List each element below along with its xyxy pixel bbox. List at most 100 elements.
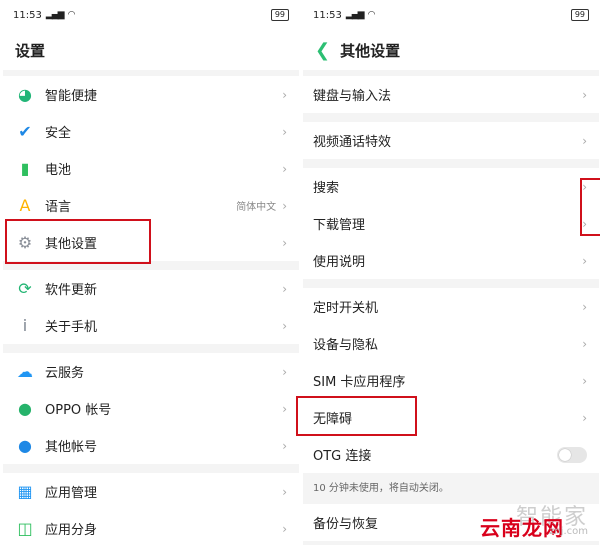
status-bar: 11:53 ▂▄▆ ◠ 99 bbox=[303, 0, 599, 30]
settings-item-label: 键盘与输入法 bbox=[313, 89, 392, 104]
settings-item-label: 电池 bbox=[45, 163, 72, 178]
battery-level: 99 bbox=[270, 9, 289, 21]
settings-item-label: 视频通话特效 bbox=[313, 135, 392, 150]
apps-icon: ▦ bbox=[17, 482, 33, 501]
settings-item[interactable]: OTG 连接 bbox=[303, 436, 599, 473]
screens: 11:53 ▂▄▆ ◠ 99 设置 ◕ 智能便捷 › ✔ 安全 › ▮ 电池 › A 语言 简体中文 ›… bbox=[0, 0, 600, 545]
signal-icon: ▂▄▆ bbox=[45, 10, 65, 20]
settings-item[interactable]: ⟳ 软件更新 › bbox=[3, 270, 299, 307]
user-icon: ● bbox=[18, 436, 32, 455]
chevron-right-icon: › bbox=[282, 364, 287, 379]
chevron-right-icon: › bbox=[582, 410, 587, 425]
settings-item[interactable]: ▮ 电池 › bbox=[3, 150, 299, 187]
settings-group: ⟳ 软件更新 › i 关于手机 › bbox=[3, 270, 299, 344]
chevron-right-icon: › bbox=[582, 336, 587, 351]
settings-item-label: SIM 卡应用程序 bbox=[313, 375, 406, 390]
other-settings-list: 键盘与输入法 › 视频通话特效 › 搜索 › 下载管理 › 使用说明 › 定时开关机 › 设备与隐私 › S… bbox=[303, 76, 599, 541]
settings-group: 搜索 › 下载管理 › 使用说明 › bbox=[303, 168, 599, 279]
settings-item-label: OPPO 帐号 bbox=[45, 403, 112, 418]
cloud-icon: ☁ bbox=[17, 362, 33, 381]
settings-item-label: 搜索 bbox=[313, 181, 340, 196]
other-settings-screen: 11:53 ▂▄▆ ◠ 99 ❮ 其他设置 键盘与输入法 › 视频通话特效 › 搜索 › 下… bbox=[303, 0, 599, 545]
settings-group: ▦ 应用管理 › ◫ 应用分身 › bbox=[3, 473, 299, 545]
settings-group: 视频通话特效 › bbox=[303, 122, 599, 159]
highlight-other-settings bbox=[5, 219, 151, 264]
settings-item[interactable]: 视频通话特效 › bbox=[303, 122, 599, 159]
settings-item-label: 语言 bbox=[45, 200, 72, 215]
status-time: 11:53 bbox=[13, 9, 42, 21]
watermark-url: znj.com bbox=[549, 526, 588, 537]
highlight-edge bbox=[580, 178, 600, 236]
settings-item[interactable]: ☁ 云服务 › bbox=[3, 353, 299, 390]
settings-item[interactable]: 搜索 › bbox=[303, 168, 599, 205]
chevron-right-icon: › bbox=[582, 87, 587, 102]
settings-item[interactable]: 设备与隐私 › bbox=[303, 325, 599, 362]
back-arrow-icon[interactable]: ❮ bbox=[315, 40, 330, 61]
language-icon: A bbox=[19, 196, 31, 215]
settings-item-label: 使用说明 bbox=[313, 255, 366, 270]
settings-item[interactable]: ● OPPO 帐号 › bbox=[3, 390, 299, 427]
settings-item-label: 安全 bbox=[45, 126, 72, 141]
signal-icon: ▂▄▆ bbox=[345, 10, 365, 20]
settings-item-label: 云服务 bbox=[45, 366, 85, 381]
page-title: 设置 bbox=[3, 30, 299, 70]
update-icon: ⟳ bbox=[18, 279, 32, 298]
status-time: 11:53 bbox=[313, 9, 342, 21]
settings-group: ☁ 云服务 › ● OPPO 帐号 › ● 其他帐号 › bbox=[3, 353, 299, 464]
chevron-right-icon: › bbox=[282, 318, 287, 333]
status-bar: 11:53 ▂▄▆ ◠ 99 bbox=[3, 0, 299, 30]
page-title: 其他设置 bbox=[340, 41, 401, 60]
battery-level: 99 bbox=[570, 9, 589, 21]
settings-item[interactable]: i 关于手机 › bbox=[3, 307, 299, 344]
settings-item-label: 应用管理 bbox=[45, 486, 98, 501]
settings-item-value: 简体中文 bbox=[236, 202, 277, 213]
info-icon: i bbox=[22, 316, 28, 335]
otg-toggle[interactable] bbox=[557, 446, 587, 463]
settings-item-label: 定时开关机 bbox=[313, 301, 379, 316]
settings-item-label: 智能便捷 bbox=[45, 89, 98, 104]
shield-icon: ✔ bbox=[18, 122, 32, 141]
chevron-right-icon: › bbox=[282, 161, 287, 176]
chevron-right-icon: › bbox=[282, 198, 287, 213]
settings-item[interactable]: ◫ 应用分身 › bbox=[3, 510, 299, 545]
clone-icon: ◫ bbox=[17, 519, 33, 538]
chevron-right-icon: › bbox=[582, 253, 587, 268]
chevron-right-icon: › bbox=[282, 401, 287, 416]
settings-screen: 11:53 ▂▄▆ ◠ 99 设置 ◕ 智能便捷 › ✔ 安全 › ▮ 电池 › A 语言 简体中文 ›… bbox=[3, 0, 299, 545]
settings-item[interactable]: ▦ 应用管理 › bbox=[3, 473, 299, 510]
settings-item-label: 其他帐号 bbox=[45, 440, 98, 455]
settings-item-label: 关于手机 bbox=[45, 320, 98, 335]
settings-item-label: 软件更新 bbox=[45, 283, 98, 298]
settings-item[interactable]: 定时开关机 › bbox=[303, 288, 599, 325]
user-icon: ● bbox=[18, 399, 32, 418]
settings-item[interactable]: ◕ 智能便捷 › bbox=[3, 76, 299, 113]
settings-item[interactable]: 使用说明 › bbox=[303, 242, 599, 279]
chevron-right-icon: › bbox=[582, 133, 587, 148]
settings-item-label: OTG 连接 bbox=[313, 449, 372, 464]
settings-item-label: 下载管理 bbox=[313, 218, 366, 233]
settings-item-label: 应用分身 bbox=[45, 523, 98, 538]
settings-list: ◕ 智能便捷 › ✔ 安全 › ▮ 电池 › A 语言 简体中文 › ⚙ 其他设置 › ⟳ 软件更新 › i 关于手机 ›… bbox=[3, 76, 299, 545]
wifi-icon: ◠ bbox=[367, 10, 376, 20]
settings-item[interactable]: 键盘与输入法 › bbox=[303, 76, 599, 113]
battery-icon: ▮ bbox=[20, 159, 30, 178]
chevron-right-icon: › bbox=[282, 124, 287, 139]
chevron-right-icon: › bbox=[282, 484, 287, 499]
settings-item[interactable]: 下载管理 › bbox=[303, 205, 599, 242]
settings-item[interactable]: SIM 卡应用程序 › bbox=[303, 362, 599, 399]
titlebar: ❮ 其他设置 bbox=[303, 30, 599, 70]
settings-group: 定时开关机 › 设备与隐私 › SIM 卡应用程序 › 无障碍 › OTG 连接 bbox=[303, 288, 599, 473]
settings-item[interactable]: ✔ 安全 › bbox=[3, 113, 299, 150]
settings-item-label: 设备与隐私 bbox=[313, 338, 379, 353]
chevron-right-icon: › bbox=[282, 438, 287, 453]
settings-item[interactable]: ● 其他帐号 › bbox=[3, 427, 299, 464]
chevron-right-icon: › bbox=[282, 281, 287, 296]
chevron-right-icon: › bbox=[282, 521, 287, 536]
smart-assist-icon: ◕ bbox=[18, 85, 32, 104]
settings-group: 键盘与输入法 › bbox=[303, 76, 599, 113]
chevron-right-icon: › bbox=[282, 235, 287, 250]
highlight-accessibility bbox=[296, 396, 417, 436]
chevron-right-icon: › bbox=[282, 87, 287, 102]
chevron-right-icon: › bbox=[582, 373, 587, 388]
chevron-right-icon: › bbox=[582, 299, 587, 314]
